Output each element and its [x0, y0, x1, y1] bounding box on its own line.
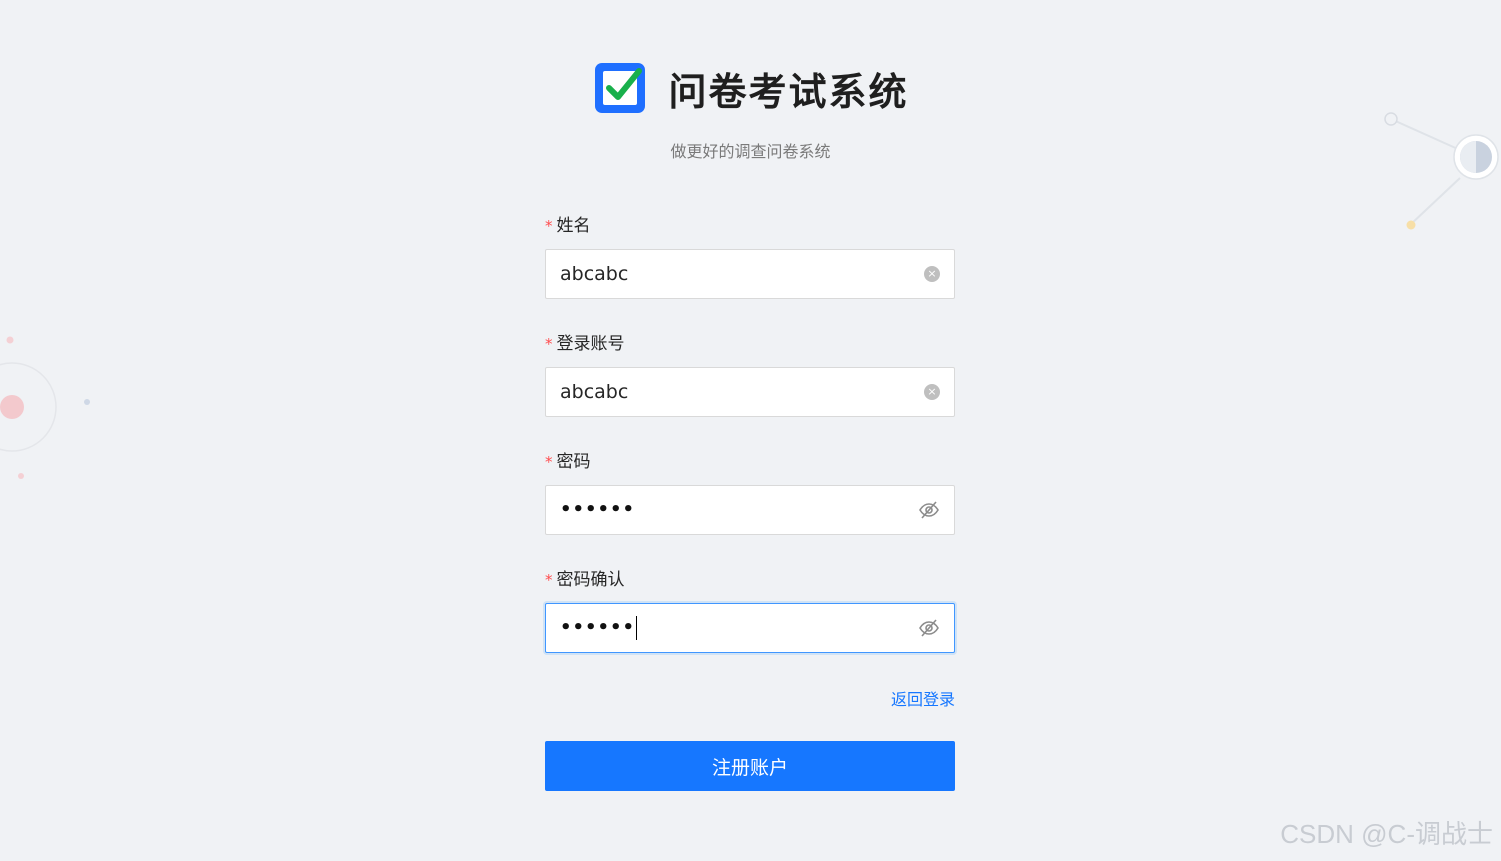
checkbox-logo-icon [595, 63, 646, 113]
register-form: * 姓名 abcabc × * 登录账号 abcabc × * 密码 •••••• [545, 208, 955, 791]
eye-off-icon[interactable] [918, 500, 940, 520]
text-caret [636, 616, 638, 640]
name-input[interactable]: abcabc × [545, 249, 955, 299]
eye-off-icon[interactable] [918, 618, 940, 638]
confirm-password-label: * 密码确认 [545, 570, 625, 590]
page-subtitle: 做更好的调查问卷系统 [670, 142, 831, 161]
back-to-login-link[interactable]: 返回登录 [891, 686, 955, 710]
password-label: * 密码 [545, 452, 591, 472]
decoration-left-icon [0, 336, 90, 479]
password-input[interactable]: •••••• [545, 485, 955, 535]
confirm-password-input-value[interactable]: •••••• [560, 604, 638, 652]
name-input-value[interactable]: abcabc [560, 250, 628, 298]
name-label: * 姓名 [545, 216, 591, 236]
register-button[interactable]: 注册账户 [545, 741, 955, 791]
page-title: 问卷考试系统 [668, 69, 909, 114]
required-mark: * [545, 217, 553, 235]
clear-icon[interactable]: × [924, 384, 940, 400]
brand: 问卷考试系统 [592, 60, 908, 116]
account-input[interactable]: abcabc × [545, 367, 955, 417]
clear-icon[interactable]: × [924, 266, 940, 282]
required-mark: * [545, 571, 553, 589]
confirm-password-field: * 密码确认 •••••• [545, 562, 955, 680]
required-mark: * [545, 335, 553, 353]
password-field: * 密码 •••••• [545, 444, 955, 562]
account-label: * 登录账号 [545, 334, 625, 354]
header: 问卷考试系统 做更好的调查问卷系统 [0, 60, 1501, 162]
register-page: 问卷考试系统 做更好的调查问卷系统 * 姓名 abcabc × * 登录账号 abc… [0, 0, 1501, 861]
name-field: * 姓名 abcabc × [545, 208, 955, 326]
confirm-password-input[interactable]: •••••• [545, 603, 955, 653]
account-field: * 登录账号 abcabc × [545, 326, 955, 444]
password-input-value[interactable]: •••••• [560, 486, 635, 534]
account-input-value[interactable]: abcabc [560, 368, 628, 416]
required-mark: * [545, 453, 553, 471]
watermark: CSDN @C-调战士 [1280, 819, 1493, 849]
